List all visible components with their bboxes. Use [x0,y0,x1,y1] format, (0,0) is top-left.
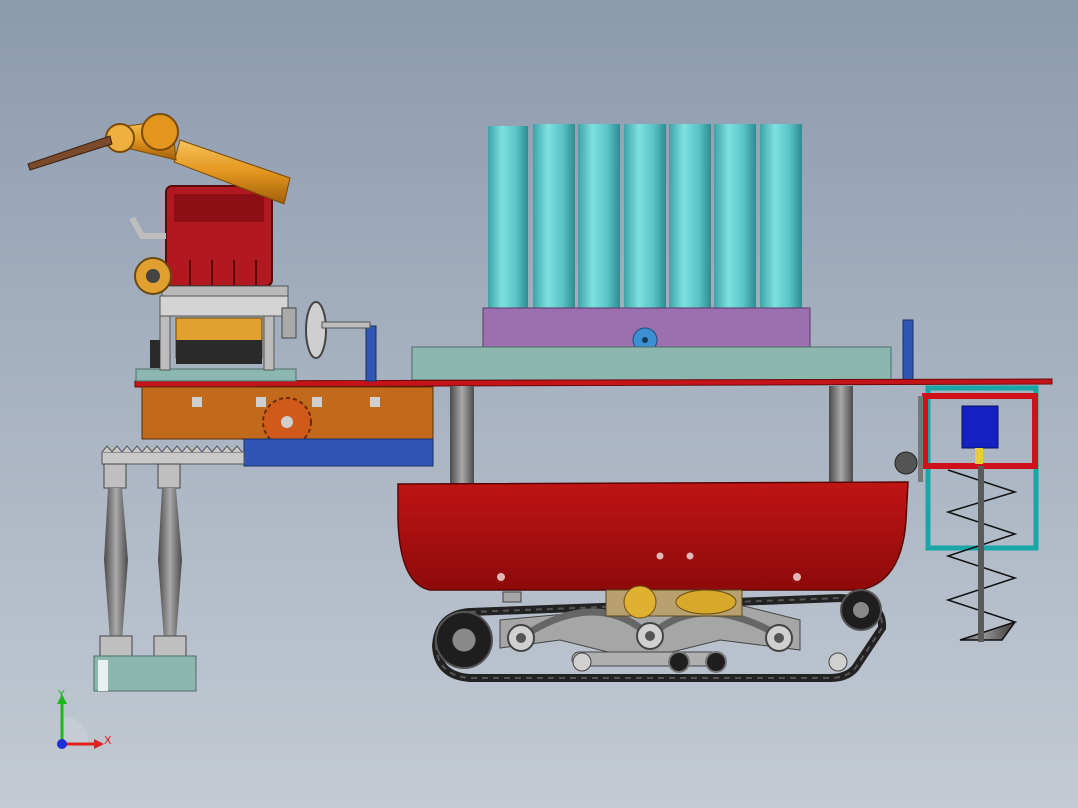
road-wheel [828,652,848,672]
foot-block [93,655,197,692]
track-support-bar [502,591,522,603]
cylinder [760,124,802,308]
cylinder-bank[interactable] [488,124,802,308]
robot-tool [27,135,113,171]
chain-sprocket [894,451,918,475]
telescopic-leg [104,488,128,640]
support-column[interactable] [829,386,853,482]
cylinder [488,126,528,308]
assembly-model[interactable]: Y X [0,0,1078,808]
teal-base-plate[interactable] [411,346,892,381]
auger-assembly[interactable] [894,385,1039,642]
right-post[interactable] [902,319,914,381]
road-wheel [572,652,592,672]
cylinder [624,124,666,308]
exhaust-pipe [129,216,166,239]
engine-pulley[interactable] [134,257,172,295]
telescopic-leg [158,488,182,640]
leg-assembly[interactable] [93,463,197,692]
x-axis-label: X [104,734,112,747]
y-axis-label: Y [57,688,65,701]
road-wheel [668,651,690,673]
cylinder [533,124,575,308]
gearbox[interactable] [605,585,743,619]
engine-frame[interactable] [150,295,289,371]
coordinate-triad: Y X [57,688,112,749]
flywheel[interactable] [281,301,371,359]
blue-plate[interactable] [243,438,434,467]
track-assembly[interactable] [431,585,887,682]
support-column[interactable] [450,386,474,486]
road-wheel [705,651,727,673]
cad-viewport[interactable]: Y X [0,0,1078,808]
cylinder [669,124,711,308]
rack[interactable] [101,445,245,465]
robot-arm[interactable] [27,113,291,205]
auger-motor [961,405,999,449]
drive-shaft [321,321,371,329]
robot-elbow-joint [141,113,179,151]
cylinder [578,124,620,308]
red-hull[interactable] [397,481,909,591]
engine-base-plate[interactable] [135,368,297,382]
engine-block[interactable] [161,185,289,297]
cylinder [714,124,756,308]
chain-guide [918,396,923,482]
shaft-support[interactable] [365,325,377,382]
